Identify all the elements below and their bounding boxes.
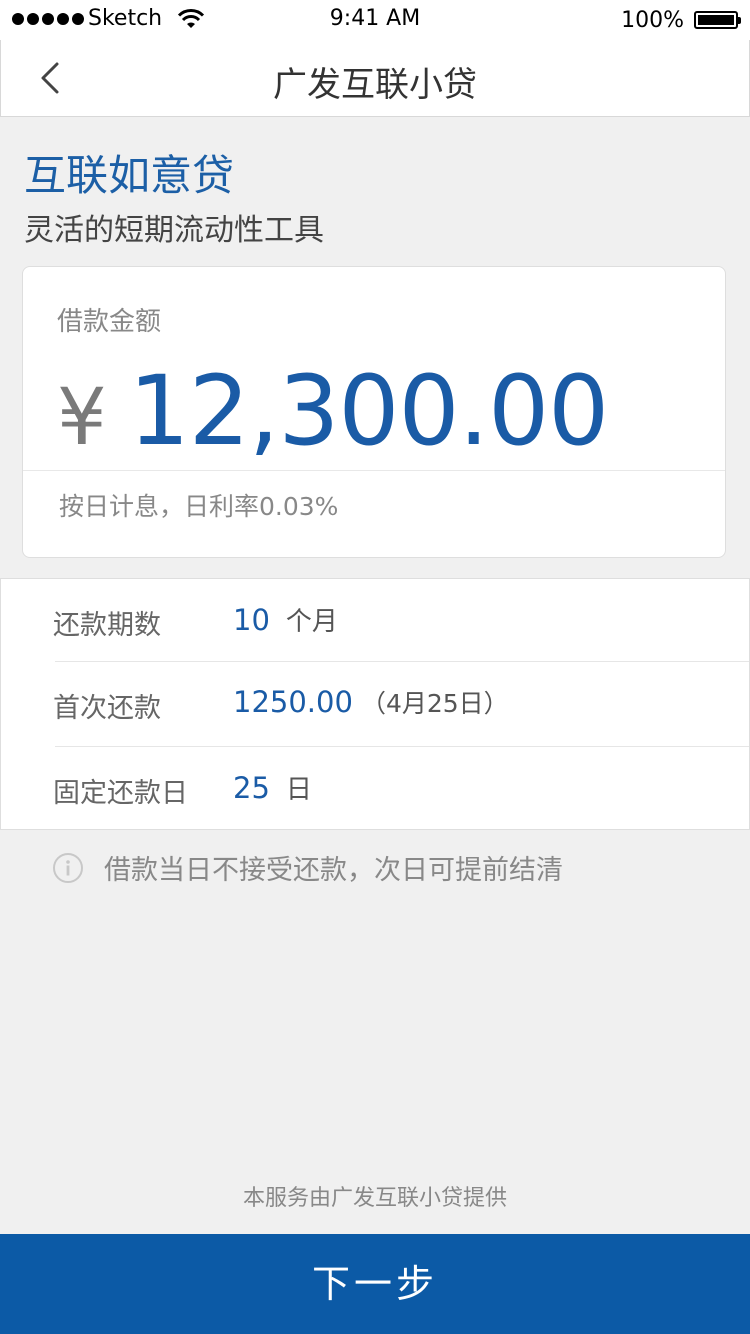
info-icon [53, 852, 83, 883]
detail-label: 还款期数 [53, 610, 161, 641]
amount-row: ¥ 12,300.00 [57, 355, 610, 467]
first-repayment-value: 1250.00 [233, 685, 353, 719]
repayment-notice: 借款当日不接受还款，次日可提前结清 [52, 848, 563, 887]
detail-unit: 个月 [285, 607, 338, 637]
detail-unit: 日 [285, 775, 312, 805]
repayment-periods-row[interactable]: 还款期数 10 个月 [1, 579, 749, 662]
loan-amount-value[interactable]: 12,300.00 [129, 355, 610, 467]
detail-value: 1250.00 （4月25日） [233, 684, 509, 720]
product-title: 互联如意贷 [24, 151, 235, 200]
navigation-bar: 广发互联小贷 [0, 40, 750, 117]
fixed-repayment-day-value: 25 [233, 771, 270, 805]
detail-label: 首次还款 [53, 693, 161, 724]
interest-note: 按日计息，日利率0.03% [59, 492, 339, 521]
repayment-details: 还款期数 10 个月 首次还款 1250.00 （4月25日） 固定还款日 25 日 [0, 578, 750, 830]
fixed-repayment-day-row[interactable]: 固定还款日 25 日 [1, 747, 749, 830]
status-bar: Sketch 9:41 AM 100% [0, 0, 750, 40]
notice-text: 借款当日不接受还款，次日可提前结清 [104, 855, 563, 886]
provider-text: 本服务由广发互联小贷提供 [242, 1186, 507, 1211]
page-title: 广发互联小贷 [273, 65, 477, 105]
repayment-periods-value: 10 [233, 603, 270, 637]
amount-label: 借款金额 [57, 307, 162, 337]
battery-icon [694, 11, 741, 29]
currency-symbol: ¥ [57, 373, 107, 463]
first-repayment-date: （4月25日） [360, 689, 509, 718]
product-subtitle: 灵活的短期流动性工具 [24, 213, 324, 248]
loan-amount-card: 借款金额 ¥ 12,300.00 按日计息，日利率0.03% [22, 266, 726, 558]
first-repayment-row: 首次还款 1250.00 （4月25日） [1, 662, 749, 745]
next-button[interactable]: 下一步 [0, 1234, 750, 1334]
detail-label: 固定还款日 [53, 778, 188, 809]
battery-percent: 100% [621, 8, 684, 33]
divider [23, 470, 725, 471]
detail-value: 10 个月 [233, 601, 338, 638]
detail-value: 25 日 [233, 769, 312, 806]
